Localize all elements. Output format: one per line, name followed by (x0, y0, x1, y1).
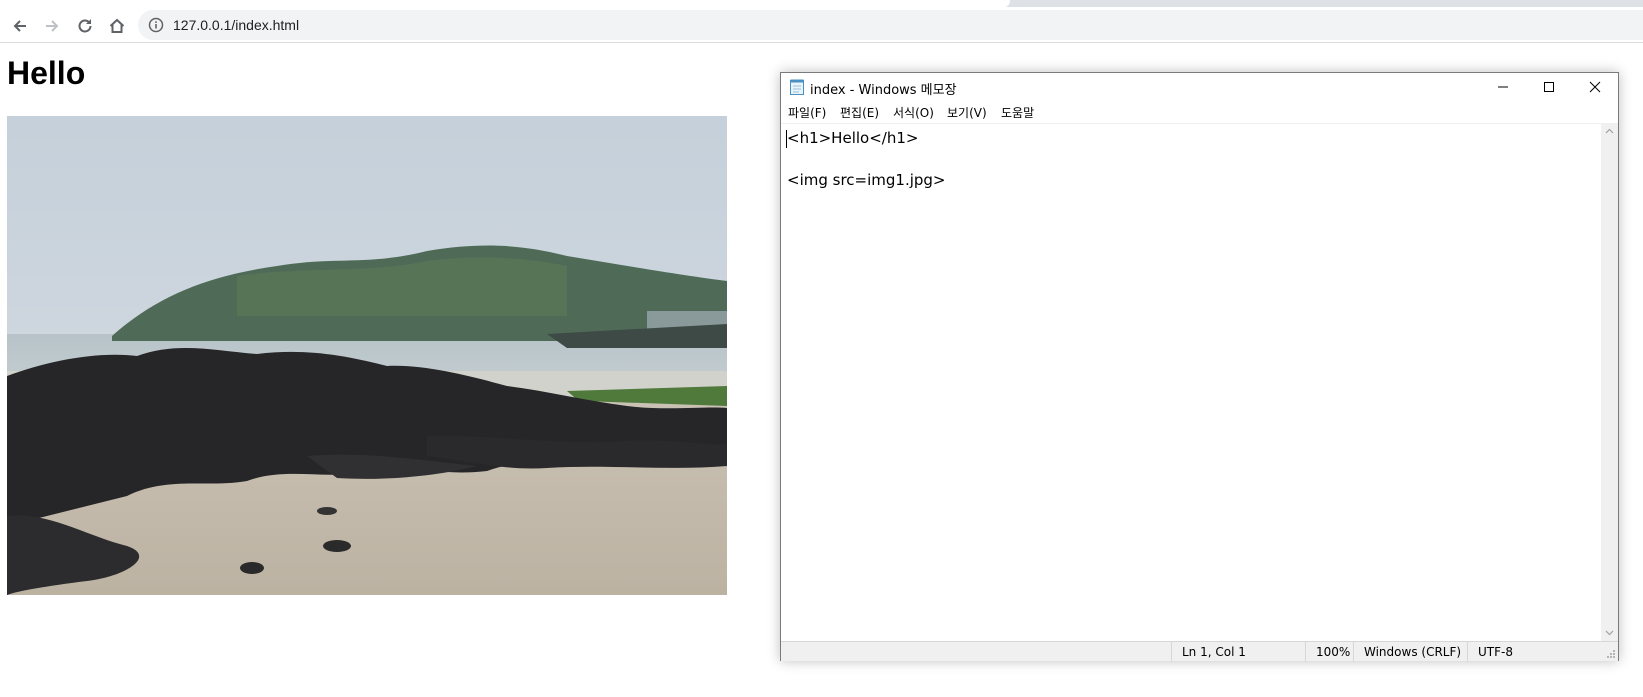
menu-view[interactable]: 보기(V) (947, 104, 987, 121)
menu-format[interactable]: 서식(O) (893, 104, 934, 121)
text-editor[interactable]: <h1>Hello</h1> <img src=img1.jpg> (781, 123, 1618, 641)
maximize-button[interactable] (1526, 73, 1572, 101)
notepad-titlebar[interactable]: index - Windows 메모장 (781, 73, 1618, 101)
browser-toolbar: 127.0.0.1/index.html (0, 7, 1643, 43)
home-icon (109, 18, 125, 33)
arrow-left-icon (13, 20, 26, 32)
menu-bar: 파일(F) 편집(E) 서식(O) 보기(V) 도움말 (781, 101, 1618, 123)
status-bar: Ln 1, Col 1 100% Windows (CRLF) UTF-8 (781, 641, 1618, 662)
vertical-scrollbar[interactable] (1601, 123, 1618, 641)
window-title: index - Windows 메모장 (810, 83, 957, 98)
resize-grip-icon[interactable] (1606, 649, 1616, 659)
back-button[interactable] (6, 12, 34, 40)
home-button[interactable] (103, 12, 131, 40)
minimize-button[interactable] (1480, 73, 1526, 101)
page-heading: Hello (7, 55, 86, 91)
tab-strip (0, 0, 1643, 7)
editor-content[interactable]: <h1>Hello</h1> <img src=img1.jpg> (787, 128, 946, 191)
status-position: Ln 1, Col 1 (1171, 642, 1305, 662)
info-icon[interactable] (148, 17, 164, 33)
forward-button[interactable] (38, 12, 66, 40)
close-button[interactable] (1572, 73, 1618, 101)
status-line-endings: Windows (CRLF) (1353, 642, 1467, 662)
reload-button[interactable] (71, 12, 99, 40)
close-icon (1589, 81, 1601, 93)
status-encoding: UTF-8 (1467, 642, 1618, 662)
editor-line: <img src=img1.jpg> (787, 171, 946, 189)
editor-line: <h1>Hello</h1> (787, 129, 919, 147)
maximize-icon (1544, 82, 1554, 92)
menu-file[interactable]: 파일(F) (788, 104, 826, 121)
status-zoom: 100% (1305, 642, 1353, 662)
reload-icon (78, 19, 92, 33)
beach-photo (7, 116, 727, 595)
arrow-right-icon (46, 20, 59, 32)
scroll-down-icon[interactable] (1605, 628, 1614, 637)
menu-edit[interactable]: 편집(E) (840, 104, 879, 121)
notepad-window: index - Windows 메모장 파일(F) 편집(E) 서식(O) 보기… (780, 72, 1619, 662)
url-text[interactable]: 127.0.0.1/index.html (173, 17, 299, 33)
minimize-icon (1498, 86, 1508, 88)
scroll-up-icon[interactable] (1605, 127, 1614, 136)
menu-help[interactable]: 도움말 (1001, 104, 1034, 121)
notepad-app-icon (790, 79, 804, 95)
address-bar[interactable]: 127.0.0.1/index.html (138, 10, 1643, 40)
active-tab[interactable] (0, 0, 1010, 7)
